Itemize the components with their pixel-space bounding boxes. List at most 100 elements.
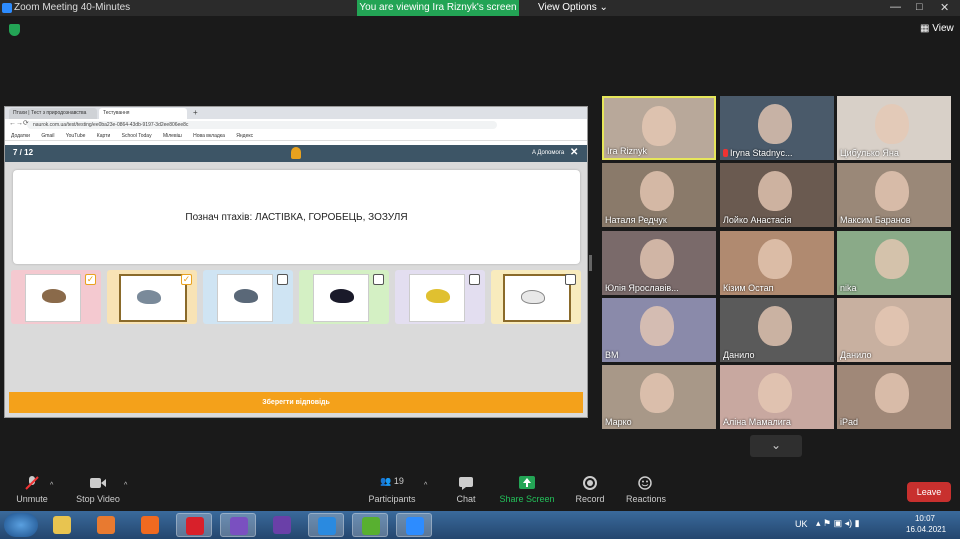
sparrow-image [25,274,81,322]
pigeon-image [217,274,273,322]
checkbox[interactable]: ✓ [85,274,96,285]
zoom-logo-icon [2,3,12,13]
stop-video-button[interactable]: Stop Video [72,476,124,504]
participant-tile[interactable]: nika [837,231,951,295]
view-options-button[interactable]: View Options ⌄ [538,2,608,13]
clock[interactable]: 10:07 16.04.2021 [906,513,947,535]
participant-tile[interactable]: ВМ [602,298,716,362]
checkbox[interactable] [277,274,288,285]
participant-name-text: Аліна Мамалига [723,417,791,427]
bookmark-item[interactable]: Карти [97,133,110,139]
participant-tile[interactable]: Данило [720,298,834,362]
participant-tile[interactable]: Данило [837,298,951,362]
unmute-label: Unmute [16,494,48,504]
participant-tile[interactable]: Цибулько Яна [837,96,951,160]
chevron-down-icon[interactable]: ⌄ [750,435,802,457]
taskbar-app-viber[interactable] [220,513,256,537]
participants-options-caret[interactable]: ^ [424,482,427,489]
language-indicator[interactable]: UK [795,519,808,529]
participant-name: Максим Баранов [840,215,911,225]
share-screen-button[interactable]: Share Screen [498,476,556,504]
split-handle[interactable] [589,255,592,271]
bookmark-item[interactable]: School Today [122,133,152,139]
bookmark-item[interactable]: Додатки [11,133,30,139]
quiz-close-button[interactable]: ✕ [570,147,578,158]
taskbar-app-ie[interactable] [308,513,344,537]
participant-name-text: ВМ [605,350,619,360]
bookmark-item[interactable]: Нова вкладка [193,133,225,139]
bookmark-item[interactable]: Gmail [41,133,54,139]
taskbar-app-media[interactable] [88,513,124,537]
minimize-button[interactable]: — [890,1,901,13]
browser-tab[interactable]: Птахи | Тест з природознавства [9,108,97,119]
participant-tile[interactable]: Ira Riznyk [602,96,716,160]
media-icon [97,516,115,534]
explorer-icon [53,516,71,534]
checkbox[interactable] [565,274,576,285]
tray-icons[interactable]: ▴ ⚑ ▣ ◂) ▮ [816,518,860,529]
participant-tile[interactable]: Максим Баранов [837,163,951,227]
browser-tab-strip: Птахи | Тест з природознавства Тестуванн… [5,107,587,119]
participant-name-text: iPad [840,417,859,427]
checkbox[interactable] [373,274,384,285]
answer-option[interactable]: ✓ [11,270,101,324]
new-tab-button[interactable]: + [193,108,198,117]
participant-tile[interactable]: Лойко Анастасія [720,163,834,227]
reactions-label: Reactions [625,494,667,504]
participants-icon: 👥 19 [380,476,404,486]
taskbar-app-zoom[interactable] [396,513,432,537]
shield-icon[interactable] [9,24,20,36]
answer-option[interactable] [203,270,293,324]
participant-video [758,171,792,211]
record-button[interactable]: Record [572,476,608,504]
answer-option[interactable]: ✓ [107,270,197,324]
taskbar-app-opera[interactable] [176,513,212,537]
bookmark-item[interactable]: YouTube [66,133,86,139]
maximize-button[interactable]: □ [916,1,923,13]
checkbox[interactable] [469,274,480,285]
participant-video [875,239,909,279]
answer-option[interactable] [395,270,485,324]
start-button[interactable] [4,513,38,537]
audio-options-caret[interactable]: ^ [50,482,53,489]
participant-tile[interactable]: iPad [837,365,951,429]
back-icon[interactable]: ←→⟳ [9,119,29,127]
help-link[interactable]: A Допомога [532,150,564,156]
participant-name: nika [840,283,857,293]
taskbar-app-visual-studio[interactable] [264,513,300,537]
taskbar-app-explorer[interactable] [44,513,80,537]
participants-button[interactable]: 👥 19 Participants [366,476,418,504]
participant-name-text: Кізим Остап [723,283,774,293]
participant-tile[interactable]: Марко [602,365,716,429]
unmute-button[interactable]: Unmute [12,476,52,504]
reactions-button[interactable]: Reactions [622,476,670,504]
answer-option[interactable] [299,270,389,324]
participant-tile[interactable]: Iryna Stadnyc... [720,96,834,160]
bookmarks-bar: Додатки Gmail YouTube Карти School Today… [5,131,587,141]
bookmark-item[interactable]: Мiлевiш [163,133,182,139]
taskbar-app-firefox[interactable] [132,513,168,537]
chat-button[interactable]: Chat [448,476,484,504]
record-label: Record [575,494,605,504]
leave-button[interactable]: Leave [907,482,951,502]
answer-option[interactable] [491,270,581,324]
taskbar-app-utorrent[interactable] [352,513,388,537]
video-options-caret[interactable]: ^ [124,482,127,489]
participant-tile[interactable]: Наталя Редчук [602,163,716,227]
checkbox[interactable]: ✓ [181,274,192,285]
bookmark-item[interactable]: Яндекс [236,133,253,139]
clock-date: 16.04.2021 [906,525,947,534]
save-answer-button[interactable]: Зберегти відповідь [9,392,583,413]
participant-name: Ira Riznyk [607,146,647,156]
participant-tile[interactable]: Кізим Остап [720,231,834,295]
browser-tab-active[interactable]: Тестування [99,108,187,119]
view-button[interactable]: ▦ View [920,23,954,34]
question-text: Познач птахів: ЛАСТІВКА, ГОРОБЕЦЬ, ЗОЗУЛ… [185,212,408,223]
address-bar[interactable]: naurok.com.ua/test/testing/ee0ba23e-0864… [27,121,497,129]
participant-tile[interactable]: Юлія Ярославів... [602,231,716,295]
participant-tile[interactable]: Аліна Мамалига [720,365,834,429]
smiley-icon [638,476,652,490]
bell-icon[interactable] [291,147,301,159]
quiz-content: Познач птахів: ЛАСТІВКА, ГОРОБЕЦЬ, ЗОЗУЛ… [5,162,587,417]
close-window-button[interactable]: ✕ [940,1,949,14]
